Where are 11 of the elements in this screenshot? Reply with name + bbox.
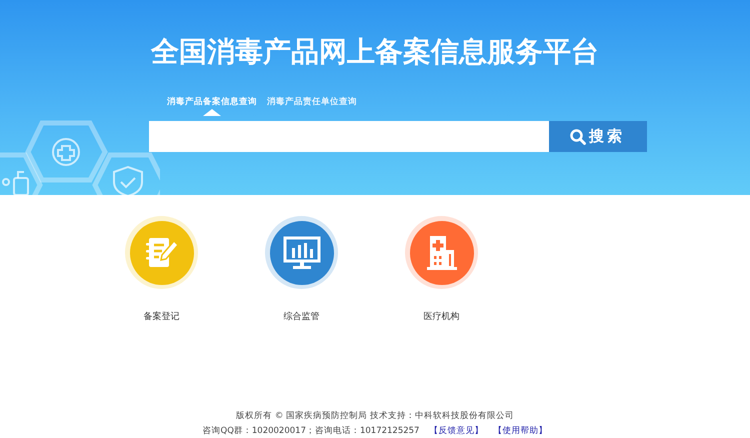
copyright-text: 版权所有 © 国家疾病预防控制局 技术支持：中科软科技股份有限公司 xyxy=(236,410,514,422)
search-button[interactable]: 搜索 xyxy=(548,121,646,152)
search-field[interactable] xyxy=(148,121,548,152)
footer-link[interactable]: 【使用帮助】 xyxy=(493,425,548,437)
contact-text: 咨询QQ群：1020020017；咨询电话：10172125257 xyxy=(202,425,420,437)
footer-link[interactable]: 【反馈意见】 xyxy=(429,425,484,437)
shortcut-label[interactable]: 综合监管 xyxy=(284,310,320,323)
search-icon xyxy=(570,128,586,144)
site-title: 全国消毒产品网上备案信息服务平台 xyxy=(151,34,599,70)
shortcut-label[interactable]: 备案登记 xyxy=(144,310,180,323)
shortcut-label[interactable]: 医疗机构 xyxy=(424,310,460,323)
